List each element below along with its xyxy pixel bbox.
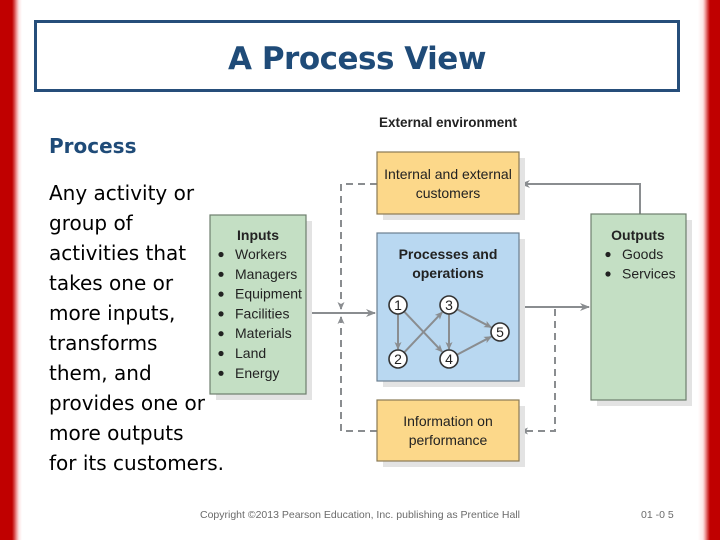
node-label: 2 [394, 351, 402, 367]
network-node-5: 5 [490, 322, 510, 342]
processes-label-line2: operations [412, 265, 484, 281]
node-label: 4 [445, 351, 453, 367]
information-box: Information on performance [376, 399, 520, 462]
customers-box: Internal and external customers [376, 151, 520, 215]
processes-box: Processes and operations 1 2 3 4 5 [376, 232, 520, 382]
processes-label-line1: Processes and [399, 246, 498, 262]
information-label-line1: Information on [403, 413, 493, 429]
bullet-icon [605, 251, 611, 258]
feedback-arrow-outputs-to-customers [520, 180, 641, 214]
bullet-icon [218, 251, 224, 258]
list-item-label: Workers [235, 246, 287, 262]
node-label: 1 [394, 297, 402, 313]
environment-label: External environment [379, 115, 518, 130]
list-item-label: Facilities [235, 305, 289, 321]
bullet-icon [218, 311, 224, 317]
network-node-2: 2 [388, 349, 408, 369]
bullet-icon [218, 350, 224, 357]
bullet-icon [218, 291, 224, 297]
information-label-line2: performance [409, 432, 488, 448]
list-item-label: Energy [235, 365, 279, 381]
inputs-box: Inputs Workers Managers Equipment Facilitie… [209, 214, 307, 395]
dashed-outputs-to-info [520, 309, 556, 435]
list-item-label: Equipment [235, 286, 302, 302]
network-node-3: 3 [439, 295, 459, 315]
list-item-label: Managers [235, 266, 297, 282]
outputs-heading: Outputs [611, 227, 665, 243]
process-diagram: External environment Internal and extern… [209, 115, 692, 467]
node-label: 5 [496, 324, 504, 340]
customers-label-line1: Internal and external [384, 166, 512, 182]
inputs-heading: Inputs [237, 227, 279, 243]
network-node-4: 4 [439, 349, 459, 369]
dashed-info-to-center [337, 316, 377, 432]
list-item-label: Materials [235, 325, 292, 341]
network-node-1: 1 [388, 295, 408, 315]
bullet-icon [218, 271, 224, 277]
bullet-icon [605, 271, 611, 277]
customers-label-line2: customers [416, 185, 481, 201]
node-label: 3 [445, 297, 453, 313]
outputs-box: Outputs Goods Services [590, 213, 687, 401]
dashed-customers-to-center [337, 183, 377, 310]
bullet-icon [218, 331, 224, 337]
list-item-label: Land [235, 345, 266, 361]
page-number: 01 -0 5 [641, 509, 674, 521]
bullet-icon [218, 370, 224, 376]
list-item-label: Services [622, 266, 676, 282]
footer-copyright: Copyright ©2013 Pearson Education, Inc. … [200, 509, 521, 521]
list-item-label: Goods [622, 246, 663, 262]
